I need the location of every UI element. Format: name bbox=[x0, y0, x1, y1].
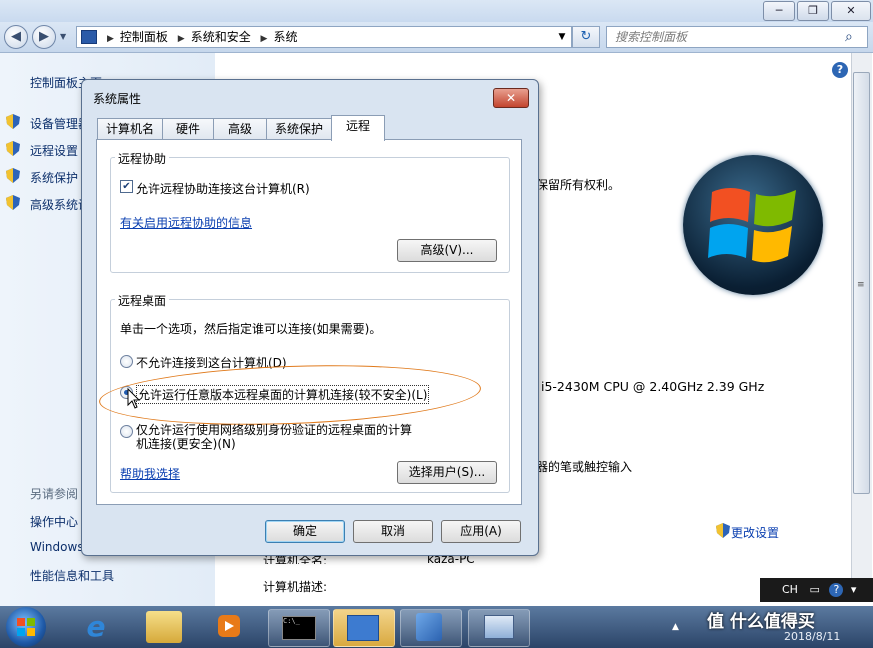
radio-allow-nla-only[interactable] bbox=[120, 425, 133, 438]
refresh-button[interactable]: ↻ bbox=[572, 26, 600, 48]
dialog-title: 系统属性 bbox=[93, 92, 142, 106]
remote-assistance-label: 远程协助 bbox=[115, 150, 170, 167]
recent-pages-chevron-icon[interactable]: ▼ bbox=[60, 32, 66, 41]
computer-description-label: 计算机描述: bbox=[263, 580, 328, 594]
media-player-icon[interactable] bbox=[210, 611, 246, 643]
maximize-button[interactable]: ❐ bbox=[797, 1, 829, 21]
language-options-icon[interactable]: ▾ bbox=[851, 583, 857, 596]
address-dropdown-icon[interactable]: ▼ bbox=[555, 29, 569, 45]
search-input[interactable]: 搜索控制面板 ⌕ bbox=[606, 26, 868, 48]
close-button[interactable]: ✕ bbox=[831, 1, 871, 21]
mouse-cursor-icon bbox=[127, 388, 141, 409]
performance-tools-link[interactable]: 性能信息和工具 bbox=[30, 567, 114, 584]
tab-computer-name[interactable]: 计算机名 bbox=[97, 118, 163, 140]
close-icon: ✕ bbox=[505, 91, 517, 105]
show-hidden-icons-chevron-icon[interactable]: ▲ bbox=[672, 622, 679, 632]
back-icon: ◀ bbox=[11, 29, 21, 44]
remote-desktop-label: 远程桌面 bbox=[115, 292, 170, 309]
action-center-link[interactable]: 操作中心 bbox=[30, 513, 78, 530]
shield-icon bbox=[6, 114, 20, 129]
breadcrumb-separator-icon: ▶ bbox=[260, 34, 268, 44]
tab-advanced[interactable]: 高级 bbox=[213, 118, 267, 140]
clock-date[interactable]: 2018/8/11 bbox=[784, 630, 840, 643]
select-users-button[interactable]: 选择用户(S)... bbox=[397, 461, 497, 484]
shield-icon bbox=[716, 523, 730, 538]
search-icon[interactable]: ⌕ bbox=[845, 27, 853, 47]
radio-disallow-connections[interactable] bbox=[120, 355, 133, 368]
remote-assistance-info-link[interactable]: 有关启用远程协助的信息 bbox=[120, 214, 252, 231]
watermark-text: 值 什么值得买 bbox=[707, 612, 815, 632]
help-me-choose-link[interactable]: 帮助我选择 bbox=[120, 465, 180, 482]
address-bar[interactable]: ▶ 控制面板 ▶ 系统和安全 ▶ 系统 ▼ bbox=[76, 26, 572, 48]
internet-explorer-icon[interactable]: e bbox=[78, 611, 114, 643]
file-explorer-icon[interactable] bbox=[146, 611, 182, 643]
language-indicator[interactable]: CH bbox=[782, 583, 798, 596]
shield-icon bbox=[6, 168, 20, 183]
remote-desktop-instruction: 单击一个选项，然后指定谁可以连接(如果需要)。 bbox=[120, 322, 382, 336]
windows-start-icon bbox=[17, 618, 35, 636]
keyboard-icon[interactable]: ▭ bbox=[809, 583, 819, 596]
pen-touch-value: 器的笔或触控输入 bbox=[536, 460, 633, 474]
breadcrumb-separator-icon: ▶ bbox=[177, 34, 185, 44]
dialog-close-button[interactable]: ✕ bbox=[493, 88, 529, 108]
windows-flag-icon bbox=[708, 188, 796, 263]
remote-settings-link[interactable]: 远程设置 bbox=[30, 142, 78, 159]
minimize-button[interactable]: ─ bbox=[763, 1, 795, 21]
window-title-bar bbox=[0, 0, 873, 22]
command-prompt-icon: C:\_ bbox=[282, 616, 316, 640]
shield-icon bbox=[6, 195, 20, 210]
scrollbar-grip-icon: ≡ bbox=[857, 280, 865, 290]
search-placeholder: 搜索控制面板 bbox=[615, 30, 688, 44]
refresh-icon: ↻ bbox=[580, 29, 592, 44]
help-icon[interactable]: ? bbox=[832, 62, 848, 78]
breadcrumb-system-security[interactable]: 系统和安全 bbox=[191, 30, 251, 44]
remote-desktop-icon bbox=[484, 615, 514, 639]
shield-icon bbox=[6, 141, 20, 156]
breadcrumb-separator-icon: ▶ bbox=[107, 34, 114, 44]
breadcrumb-control-panel[interactable]: 控制面板 bbox=[120, 30, 168, 44]
breadcrumb: ▶ 控制面板 ▶ 系统和安全 ▶ 系统 bbox=[77, 27, 297, 47]
copyright-text: 保留所有权利。 bbox=[536, 178, 621, 192]
forward-button[interactable]: ▶ bbox=[32, 25, 56, 49]
breadcrumb-system[interactable]: 系统 bbox=[273, 30, 297, 44]
radio-allow-nla-label-line2: 机连接(更安全)(N) bbox=[136, 437, 236, 451]
tab-system-protection[interactable]: 系统保护 bbox=[266, 118, 332, 140]
advanced-button[interactable]: 高级(V)... bbox=[397, 239, 497, 262]
language-bar: CH ▭ ? ▾ bbox=[760, 578, 873, 602]
ok-button[interactable]: 确定 bbox=[265, 520, 345, 543]
system-protection-link[interactable]: 系统保护 bbox=[30, 169, 78, 186]
tab-remote[interactable]: 远程 bbox=[331, 115, 385, 141]
back-button[interactable]: ◀ bbox=[4, 25, 28, 49]
tab-hardware[interactable]: 硬件 bbox=[162, 118, 214, 140]
see-also-heading: 另请参阅 bbox=[30, 487, 79, 501]
language-help-icon[interactable]: ? bbox=[829, 583, 844, 597]
control-panel-window-icon bbox=[416, 613, 442, 641]
processor-value: i5-2430M CPU @ 2.40GHz 2.39 GHz bbox=[541, 379, 765, 394]
allow-remote-assistance-checkbox[interactable]: ✔ bbox=[120, 180, 133, 193]
apply-button[interactable]: 应用(A) bbox=[441, 520, 521, 543]
forward-icon: ▶ bbox=[39, 29, 49, 44]
change-settings-link[interactable]: 更改设置 bbox=[731, 524, 779, 541]
system-control-panel-icon bbox=[347, 615, 379, 641]
allow-remote-assistance-label: 允许远程协助连接这台计算机(R) bbox=[136, 182, 310, 196]
cancel-button[interactable]: 取消 bbox=[353, 520, 433, 543]
